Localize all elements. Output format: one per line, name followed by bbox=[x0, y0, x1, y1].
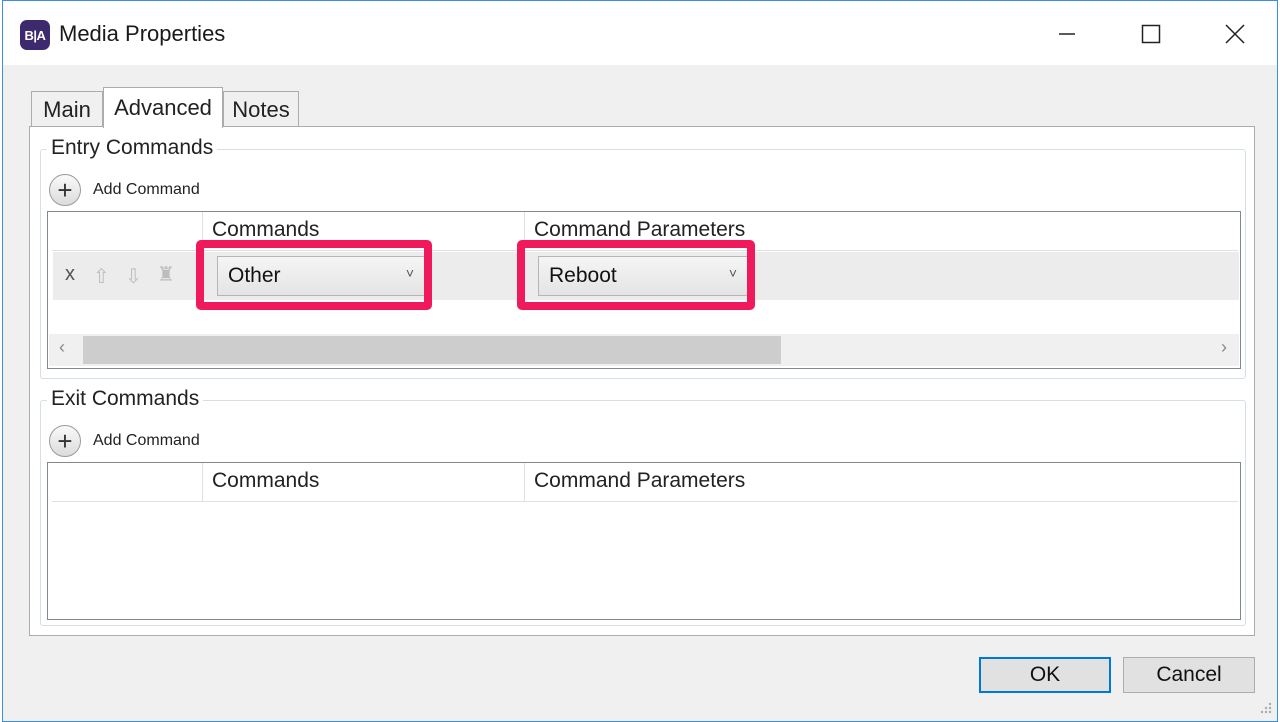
app-logo-icon: B|A bbox=[20, 20, 50, 50]
horizontal-scrollbar[interactable]: ‹ › bbox=[49, 334, 1239, 366]
entry-add-command-label: Add Command bbox=[93, 181, 200, 198]
scroll-left-icon[interactable]: ‹ bbox=[59, 337, 65, 358]
parameter-highlight-box bbox=[517, 240, 755, 310]
scroll-right-icon[interactable]: › bbox=[1221, 337, 1227, 358]
exit-column-separator bbox=[202, 463, 203, 501]
entry-commands-title: Entry Commands bbox=[47, 136, 218, 160]
minimize-button[interactable] bbox=[1039, 13, 1095, 55]
move-up-arrow-icon[interactable]: ⇧ bbox=[93, 264, 110, 289]
title-bar[interactable]: B|A Media Properties bbox=[3, 1, 1277, 65]
exit-column-separator bbox=[524, 463, 525, 501]
exit-grid-header: Commands Command Parameters bbox=[48, 463, 1240, 501]
entry-add-command-button[interactable]: + Add Command bbox=[49, 174, 200, 206]
resize-grip-icon[interactable] bbox=[1257, 699, 1273, 715]
exit-col-commands: Commands bbox=[212, 469, 320, 492]
move-down-arrow-icon[interactable]: ⇩ bbox=[125, 264, 142, 289]
maximize-icon bbox=[1141, 24, 1161, 44]
command-highlight-box bbox=[196, 240, 432, 310]
minimize-icon bbox=[1059, 33, 1075, 35]
plus-icon: + bbox=[49, 425, 81, 457]
tab-advanced[interactable]: Advanced bbox=[103, 87, 223, 128]
tab-main[interactable]: Main bbox=[31, 91, 103, 127]
window-title: Media Properties bbox=[59, 21, 226, 46]
entry-col-commands: Commands bbox=[212, 218, 320, 241]
close-button[interactable] bbox=[1207, 13, 1263, 55]
stamp-icon[interactable]: ♜ bbox=[157, 262, 175, 287]
cancel-button[interactable]: Cancel bbox=[1123, 657, 1255, 693]
exit-add-command-label: Add Command bbox=[93, 432, 200, 449]
close-icon bbox=[1225, 24, 1245, 44]
advanced-tab-panel: Entry Commands + Add Command Commands Co… bbox=[29, 126, 1255, 636]
ok-button[interactable]: OK bbox=[979, 657, 1111, 693]
exit-col-command-parameters: Command Parameters bbox=[534, 469, 746, 492]
exit-add-command-button[interactable]: + Add Command bbox=[49, 425, 200, 457]
media-properties-window: B|A Media Properties Main Advanced Notes… bbox=[2, 0, 1278, 722]
exit-commands-grid: Commands Command Parameters bbox=[47, 462, 1241, 620]
exit-commands-group: Exit Commands + Add Command Commands Com… bbox=[40, 387, 1246, 626]
tab-notes[interactable]: Notes bbox=[223, 91, 299, 127]
scrollbar-thumb[interactable] bbox=[83, 336, 781, 364]
plus-icon: + bbox=[49, 174, 81, 206]
exit-commands-title: Exit Commands bbox=[47, 387, 204, 411]
entry-col-command-parameters: Command Parameters bbox=[534, 218, 746, 241]
exit-header-divider bbox=[52, 501, 1238, 502]
maximize-button[interactable] bbox=[1123, 13, 1179, 55]
delete-row-button[interactable]: x bbox=[65, 263, 75, 286]
